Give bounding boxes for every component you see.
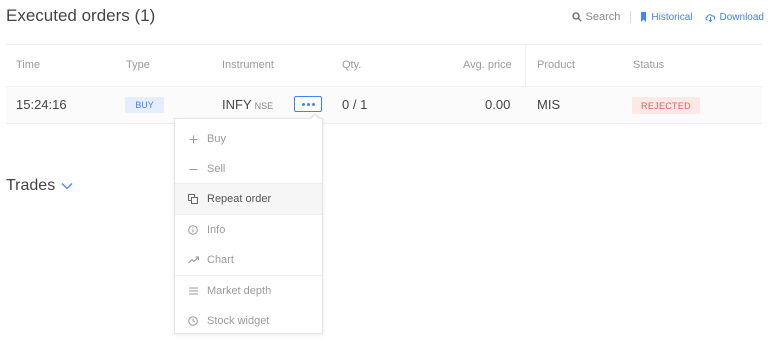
search-label: Search [585,11,621,23]
col-header-type[interactable]: Type [126,59,150,71]
order-type-badge: BUY [125,97,164,113]
download-link[interactable]: Download [705,12,764,23]
minus-icon [187,165,199,174]
col-header-avg-price[interactable]: Avg. price [463,59,512,71]
row-bottom-border [6,123,762,124]
historical-link[interactable]: Historical [640,11,693,23]
instrument-exchange: NSE [254,101,274,111]
order-qty: 0 / 1 [342,97,368,112]
menu-item-chart[interactable]: Chart [175,245,322,275]
menu-item-sell[interactable]: Sell [175,154,322,184]
bookmark-icon [641,12,647,22]
menu-caret-inner [311,115,319,119]
order-instrument: INFY NSE [222,97,273,112]
dot [306,102,310,106]
toolbar-divider [630,11,632,23]
order-status-badge: REJECTED [632,97,700,114]
historical-label: Historical [651,11,693,23]
more-options-button[interactable] [294,96,322,112]
instrument-symbol: INFY [222,97,252,112]
col-header-status[interactable]: Status [633,59,664,71]
menu-item-buy[interactable]: Buy [175,124,322,154]
order-context-menu: Buy Sell Repeat order Info Chart Market … [174,118,323,334]
menu-item-label: Buy [207,133,226,145]
menu-item-label: Sell [207,163,226,175]
menu-item-label: Repeat order [207,193,272,205]
trades-title: Trades [6,177,56,194]
order-product: MIS [537,97,561,112]
menu-item-market-depth[interactable]: Market depth [175,276,322,306]
widget-icon [187,316,199,326]
page-title: Executed orders (1) [6,6,156,25]
trend-icon [187,256,199,264]
col-header-instrument[interactable]: Instrument [222,59,274,71]
menu-item-repeat-order[interactable]: Repeat order [175,184,322,214]
col-header-qty[interactable]: Qty. [342,59,361,71]
menu-item-info[interactable]: Info [175,215,322,245]
toolbar: Search Historical Download [571,11,764,23]
cloud-download-icon [705,13,715,22]
plus-icon [187,135,199,144]
download-label: Download [719,11,764,23]
search-icon [571,12,582,22]
list-icon [187,287,199,295]
menu-item-label: Chart [207,254,234,266]
col-header-product[interactable]: Product [537,59,575,71]
menu-item-label: Stock widget [207,315,270,327]
info-icon [187,225,199,235]
col-header-time[interactable]: Time [16,59,40,71]
copy-icon [187,194,199,204]
dot [301,102,305,106]
search-button[interactable]: Search [571,11,621,23]
trades-section-toggle[interactable]: Trades [6,177,73,195]
menu-item-label: Market depth [207,285,272,297]
table-top-border [6,44,762,45]
order-time: 15:24:16 [16,97,67,112]
order-avg-price: 0.00 [485,97,511,112]
dot [311,102,315,106]
menu-item-label: Info [207,224,226,236]
chevron-down-icon [61,183,73,190]
menu-item-stock-widget[interactable]: Stock widget [175,306,322,336]
